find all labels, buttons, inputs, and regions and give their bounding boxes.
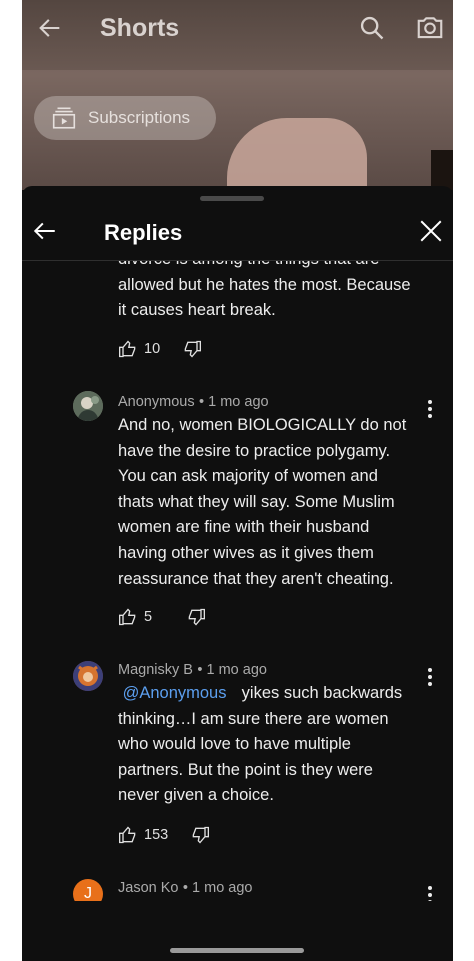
- camera-icon[interactable]: [415, 12, 445, 42]
- page-title: Shorts: [100, 14, 180, 42]
- comment-author[interactable]: Jason Ko: [118, 880, 178, 896]
- comment-body: And no, women BIOLOGICALLY do not have t…: [118, 413, 438, 592]
- comment-line: never given a choice.: [118, 786, 274, 805]
- like-count: 153: [144, 827, 169, 843]
- comment-line: it causes heart break.: [118, 301, 276, 320]
- home-indicator[interactable]: [170, 948, 304, 953]
- comment-time: • 1 mo ago: [199, 394, 269, 410]
- comment-actions: 10: [118, 337, 202, 361]
- comment-first-line: yikes such backwards: [241, 684, 403, 702]
- comment-line: reassurance that they aren't cheating.: [118, 569, 394, 588]
- like-count: 10: [144, 341, 161, 357]
- subscriptions-icon: [52, 107, 76, 129]
- comment-line: thinking…I am sure there are women: [118, 709, 389, 728]
- avatar[interactable]: J: [73, 879, 103, 901]
- avatar-image: [73, 661, 103, 691]
- avatar-letter: J: [84, 885, 92, 901]
- avatar[interactable]: [73, 661, 103, 691]
- comment-header: Anonymous • 1 mo ago: [118, 393, 438, 411]
- search-icon[interactable]: [358, 14, 386, 42]
- comment-time: • 1 mo ago: [182, 880, 253, 896]
- thumb-down-icon[interactable]: [190, 825, 210, 845]
- partial-comment-text: divorce is among the things that are all…: [118, 261, 438, 324]
- comment-actions: 5: [118, 605, 206, 629]
- comment-line: partners. But the point is they were: [118, 760, 373, 779]
- comment-actions: 153: [118, 823, 210, 847]
- shorts-topbar: Shorts Subscriptions: [22, 0, 453, 140]
- comment-line: divorce is among the things that are: [118, 261, 438, 273]
- shorts-screen: Shorts Subscriptions Replies divorce is …: [22, 0, 453, 961]
- avatar-image: [73, 391, 103, 421]
- comment-line: allowed but he hates the most. Because: [118, 275, 411, 294]
- mention-link[interactable]: @Anonymous: [123, 684, 227, 702]
- comment-line: women are fine with their husband: [118, 518, 370, 537]
- replies-list[interactable]: divorce is among the things that are all…: [22, 261, 453, 901]
- video-lamp: [431, 150, 453, 190]
- like-count: 5: [144, 609, 153, 625]
- close-icon[interactable]: [418, 218, 444, 244]
- comment-line: And no, women BIOLOGICALLY do not: [118, 416, 407, 434]
- drag-handle[interactable]: [200, 196, 264, 201]
- subscriptions-label: Subscriptions: [88, 108, 191, 127]
- back-arrow-icon[interactable]: [36, 14, 64, 42]
- back-arrow-icon[interactable]: [32, 218, 58, 244]
- comment-header: Magnisky B • 1 mo ago: [118, 661, 438, 679]
- comment-body: @Anonymous yikes such backwards thinking…: [118, 681, 438, 809]
- replies-title: Replies: [104, 220, 183, 245]
- replies-sheet: Replies divorce is among the things that…: [22, 186, 453, 961]
- thumb-up-icon[interactable]: [118, 825, 138, 845]
- comment-author[interactable]: Magnisky B: [118, 662, 193, 678]
- comment-line: who would love to have multiple: [118, 735, 351, 754]
- comment-line: @Anonymous yikes such backwards: [118, 681, 438, 707]
- thumb-up-icon[interactable]: [118, 339, 138, 359]
- comment-line: thats what they will say. Some Muslim: [118, 492, 395, 511]
- thumb-up-icon[interactable]: [118, 607, 138, 627]
- thumb-down-icon[interactable]: [186, 607, 206, 627]
- comment-time: • 1 mo ago: [197, 662, 267, 678]
- comment-author[interactable]: Anonymous: [118, 394, 195, 410]
- comment-line: You can ask majority of women and: [118, 467, 378, 486]
- replies-header: Replies: [22, 208, 453, 260]
- avatar[interactable]: [73, 391, 103, 421]
- subscriptions-chip[interactable]: Subscriptions: [34, 96, 216, 140]
- more-vert-icon[interactable]: [420, 883, 440, 901]
- comment-header: Jason Ko • 1 mo ago: [118, 879, 438, 897]
- thumb-down-icon[interactable]: [182, 339, 202, 359]
- comment-line: having other wives as it gives them: [118, 543, 374, 562]
- comment-line: have the desire to practice polygamy.: [118, 441, 391, 460]
